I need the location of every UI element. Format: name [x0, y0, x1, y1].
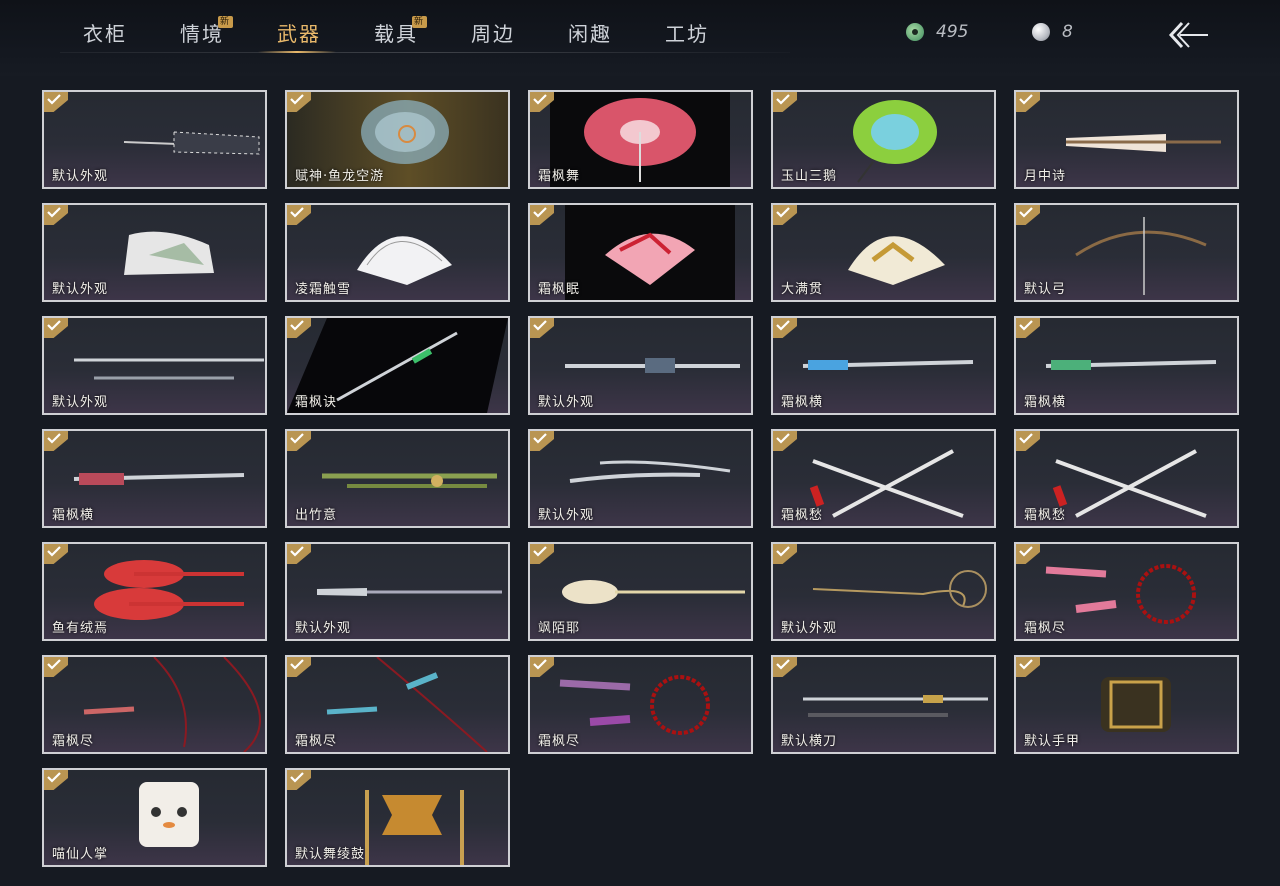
- item-name: 大满贯: [781, 282, 824, 297]
- pearl-icon: [1032, 23, 1050, 41]
- item-card[interactable]: 飒陌耶: [528, 542, 753, 641]
- item-name: 玉山三鹅: [781, 169, 838, 184]
- item-card[interactable]: 默认外观: [285, 542, 510, 641]
- top-bar: 衣柜 情境新 武器 载具新 周边 闲趣 工坊 495 8: [0, 0, 1280, 76]
- item-card[interactable]: 默认舞绫鼓: [285, 768, 510, 867]
- item-name: 霜枫尽: [52, 734, 95, 749]
- item-name: 鱼有绒焉: [52, 621, 109, 636]
- item-card[interactable]: 默认外观: [528, 429, 753, 528]
- new-badge: 新: [411, 16, 427, 28]
- tab-scene[interactable]: 情境新: [157, 14, 247, 54]
- item-name: 默认弓: [1024, 282, 1067, 297]
- item-name: 霜枫尽: [1024, 621, 1067, 636]
- item-card[interactable]: 出竹意: [285, 429, 510, 528]
- item-name: 霜枫眠: [538, 282, 581, 297]
- item-name: 默认外观: [52, 169, 109, 184]
- new-badge: 新: [217, 16, 233, 28]
- item-name: 霜枫横: [781, 395, 824, 410]
- item-name: 霜枫舞: [538, 169, 581, 184]
- item-name: 飒陌耶: [538, 621, 581, 636]
- item-name: 喵仙人掌: [52, 847, 109, 862]
- item-card[interactable]: 赋神·鱼龙空游: [285, 90, 510, 189]
- item-name: 默认外观: [52, 282, 109, 297]
- item-card[interactable]: 默认弓: [1014, 203, 1239, 302]
- jade-amount: 495: [936, 22, 969, 42]
- item-card[interactable]: 霜枫尽: [42, 655, 267, 754]
- item-card[interactable]: 霜枫诀: [285, 316, 510, 415]
- tab-peripherals[interactable]: 周边: [448, 14, 538, 54]
- item-card[interactable]: 霜枫舞: [528, 90, 753, 189]
- item-name: 霜枫横: [52, 508, 95, 523]
- tab-leisure[interactable]: 闲趣: [545, 14, 635, 54]
- item-card[interactable]: 默认外观: [528, 316, 753, 415]
- item-card[interactable]: 默认外观: [771, 542, 996, 641]
- item-card[interactable]: 默认外观: [42, 316, 267, 415]
- item-card[interactable]: 默认手甲: [1014, 655, 1239, 754]
- item-card[interactable]: 霜枫尽: [1014, 542, 1239, 641]
- item-name: 出竹意: [295, 508, 338, 523]
- item-card[interactable]: 霜枫横: [1014, 316, 1239, 415]
- item-card[interactable]: 霜枫横: [771, 316, 996, 415]
- jade-coin-icon: [906, 23, 924, 41]
- back-arrow-icon: [1168, 21, 1208, 49]
- item-name: 赋神·鱼龙空游: [295, 169, 385, 184]
- item-name: 默认手甲: [1024, 734, 1081, 749]
- tab-weapons[interactable]: 武器: [254, 14, 344, 54]
- item-name: 霜枫愁: [781, 508, 824, 523]
- item-card[interactable]: 霜枫愁: [771, 429, 996, 528]
- tab-wardrobe[interactable]: 衣柜: [60, 14, 150, 54]
- item-card[interactable]: 玉山三鹅: [771, 90, 996, 189]
- active-tab-indicator: [258, 51, 336, 53]
- item-card[interactable]: 默认横刀: [771, 655, 996, 754]
- item-card[interactable]: 月中诗: [1014, 90, 1239, 189]
- item-name: 凌霜触雪: [295, 282, 352, 297]
- pearl-amount: 8: [1062, 22, 1073, 42]
- back-button[interactable]: [1166, 18, 1210, 52]
- item-card[interactable]: 大满贯: [771, 203, 996, 302]
- item-name: 霜枫尽: [295, 734, 338, 749]
- item-name: 默认外观: [538, 508, 595, 523]
- tab-workshop[interactable]: 工坊: [642, 14, 732, 54]
- item-card[interactable]: 霜枫愁: [1014, 429, 1239, 528]
- item-card[interactable]: 喵仙人掌: [42, 768, 267, 867]
- tab-vehicles[interactable]: 载具新: [351, 14, 441, 54]
- item-card[interactable]: 霜枫横: [42, 429, 267, 528]
- item-name: 默认外观: [781, 621, 838, 636]
- item-name: 月中诗: [1024, 169, 1067, 184]
- item-name: 默认横刀: [781, 734, 838, 749]
- tab-divider: [60, 52, 790, 53]
- item-name: 默认外观: [295, 621, 352, 636]
- item-name: 默认舞绫鼓: [295, 847, 366, 862]
- item-name: 霜枫横: [1024, 395, 1067, 410]
- item-name: 霜枫尽: [538, 734, 581, 749]
- item-name: 默认外观: [538, 395, 595, 410]
- item-card[interactable]: 霜枫尽: [285, 655, 510, 754]
- item-card[interactable]: 默认外观: [42, 90, 267, 189]
- item-card[interactable]: 霜枫眠: [528, 203, 753, 302]
- item-name: 霜枫诀: [295, 395, 338, 410]
- item-card[interactable]: 霜枫尽: [528, 655, 753, 754]
- item-card[interactable]: 默认外观: [42, 203, 267, 302]
- item-card[interactable]: 凌霜触雪: [285, 203, 510, 302]
- item-name: 霜枫愁: [1024, 508, 1067, 523]
- item-card[interactable]: 鱼有绒焉: [42, 542, 267, 641]
- item-name: 默认外观: [52, 395, 109, 410]
